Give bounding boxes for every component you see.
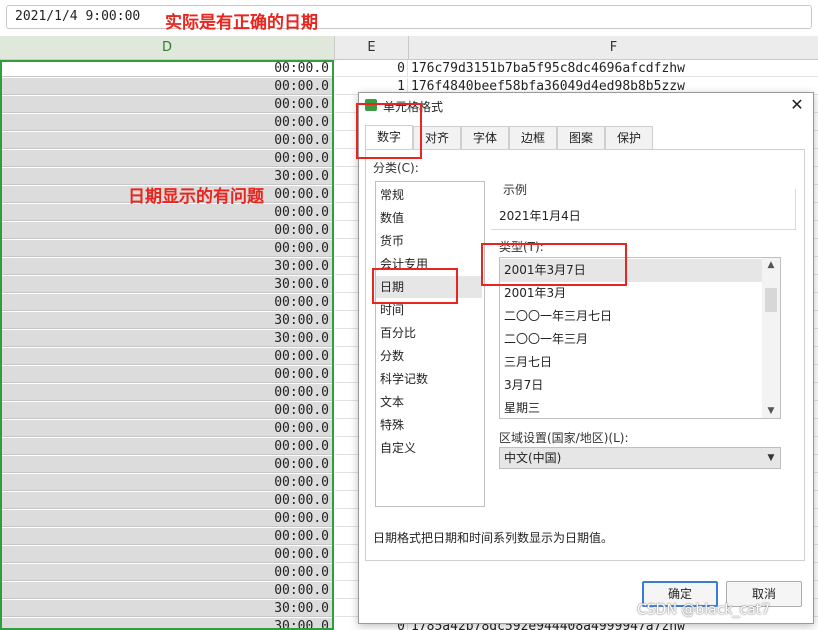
tab-alignment[interactable]: 对齐 — [413, 126, 461, 149]
format-description: 日期格式把日期和时间系列数显示为日期值。 — [373, 531, 614, 545]
tab-border[interactable]: 边框 — [509, 126, 557, 149]
category-list[interactable]: 常规 数值 货币 会计专用 日期 时间 百分比 分数 科学记数 文本 特殊 自定义 — [375, 181, 485, 507]
category-item[interactable]: 特殊 — [376, 414, 482, 436]
category-item[interactable]: 数值 — [376, 207, 482, 229]
category-item[interactable]: 常规 — [376, 184, 482, 206]
category-item[interactable]: 自定义 — [376, 437, 482, 459]
cell-d[interactable]: 30:00.0 — [0, 312, 334, 329]
locale-select[interactable]: 中文(中国) ▼ — [499, 447, 781, 469]
type-item[interactable]: 3月7日 — [500, 374, 762, 397]
table-row: 00:00.0 0 176c79d3151b7ba5f95c8dc4696afcdf… — [0, 60, 818, 78]
column-header-d[interactable]: D — [0, 36, 335, 59]
cell-d[interactable]: 30:00.0 — [0, 600, 334, 617]
cell-d[interactable]: 00:00.0 — [0, 438, 334, 455]
annotation-correct-date: 实际是有正确的日期 — [165, 13, 318, 33]
format-cells-dialog: 单元格格式 ✕ 数字 对齐 字体 边框 图案 保护 分类(C): 常规 数值 货币会… — [358, 92, 814, 624]
cell-d[interactable]: 00:00.0 — [0, 78, 334, 95]
category-item[interactable]: 百分比 — [376, 322, 482, 344]
watermark: CSDN @black_cat7 — [637, 602, 771, 618]
tab-pattern[interactable]: 图案 — [557, 126, 605, 149]
cell-d[interactable]: 00:00.0 — [0, 348, 334, 365]
category-item[interactable]: 文本 — [376, 391, 482, 413]
type-item[interactable]: 2001年3月 — [500, 282, 762, 305]
type-item[interactable]: 星期三 — [500, 397, 762, 420]
cell-e[interactable]: 0 — [335, 60, 408, 77]
cell-d[interactable]: 00:00.0 — [0, 492, 334, 509]
formula-input[interactable]: 2021/1/4 9:00:00 — [6, 5, 812, 29]
tab-number[interactable]: 数字 — [365, 125, 413, 150]
dropdown-arrow-icon[interactable]: ▼ — [764, 448, 778, 468]
annotation-date-problem: 日期显示的有问题 — [128, 187, 264, 207]
category-label: 分类(C): — [373, 161, 419, 175]
cell-d[interactable]: 00:00.0 — [0, 402, 334, 419]
cell-d[interactable]: 00:00.0 — [0, 582, 334, 599]
type-item[interactable]: 2001年3月7日 — [500, 259, 762, 282]
category-item[interactable]: 日期 — [376, 276, 482, 298]
locale-value: 中文(中国) — [504, 451, 562, 465]
dialog-title: 单元格格式 — [383, 100, 444, 114]
cell-d[interactable]: 00:00.0 — [0, 510, 334, 527]
cell-d[interactable]: 00:00.0 — [0, 294, 334, 311]
scroll-up-icon[interactable]: ▲ — [762, 258, 780, 272]
tab-font[interactable]: 字体 — [461, 126, 509, 149]
type-label: 类型(T): — [499, 240, 544, 254]
type-item[interactable]: 三月七日 — [500, 351, 762, 374]
column-header-e[interactable]: E — [335, 36, 409, 59]
cell-d[interactable]: 00:00.0 — [0, 96, 334, 113]
column-header-bar: D E F — [0, 36, 818, 60]
cell-d[interactable]: 30:00.0 — [0, 258, 334, 275]
category-item[interactable]: 货币 — [376, 230, 482, 252]
cell-d[interactable]: 00:00.0 — [0, 474, 334, 491]
type-item[interactable]: 二〇〇一年三月 — [500, 328, 762, 351]
type-list-scrollbar[interactable]: ▲ ▼ — [762, 258, 780, 418]
cell-d[interactable]: 00:00.0 — [0, 528, 334, 545]
cell-d[interactable]: 00:00.0 — [0, 456, 334, 473]
category-item[interactable]: 科学记数 — [376, 368, 482, 390]
cell-d[interactable]: 00:00.0 — [0, 222, 334, 239]
locale-label: 区域设置(国家/地区)(L): — [499, 431, 629, 445]
scroll-down-icon[interactable]: ▼ — [762, 404, 780, 418]
type-item[interactable]: 二〇〇一年三月七日 — [500, 305, 762, 328]
scroll-thumb[interactable] — [765, 288, 777, 312]
cell-d[interactable]: 00:00.0 — [0, 366, 334, 383]
cell-d[interactable]: 00:00.0 — [0, 114, 334, 131]
cell-d[interactable]: 30:00.0 — [0, 330, 334, 347]
formula-bar: 2021/1/4 9:00:00 — [0, 0, 818, 36]
cell-d[interactable]: 00:00.0 — [0, 132, 334, 149]
cell-d[interactable]: 00:00.0 — [0, 150, 334, 167]
column-header-f[interactable]: F — [409, 36, 818, 59]
cell-d[interactable]: 30:00.0 — [0, 276, 334, 293]
cell-d[interactable]: 00:00.0 — [0, 60, 334, 77]
cell-d[interactable]: 00:00.0 — [0, 240, 334, 257]
sample-label: 示例 — [501, 181, 530, 198]
dialog-titlebar[interactable]: 单元格格式 ✕ — [359, 93, 813, 119]
cell-d[interactable]: 00:00.0 — [0, 564, 334, 581]
category-item[interactable]: 时间 — [376, 299, 482, 321]
close-icon[interactable]: ✕ — [787, 95, 807, 115]
category-item[interactable]: 分数 — [376, 345, 482, 367]
cell-d[interactable]: 00:00.0 — [0, 546, 334, 563]
category-item[interactable]: 会计专用 — [376, 253, 482, 275]
cell-d[interactable]: 30:00.0 — [0, 618, 334, 630]
app-icon — [365, 99, 377, 111]
cell-d[interactable]: 00:00.0 — [0, 420, 334, 437]
type-list[interactable]: ▲ ▼ 2001年3月7日 2001年3月 二〇〇一年三月七日 二〇〇一年三月 三月七日… — [499, 257, 781, 419]
cell-f[interactable]: 176c79d3151b7ba5f95c8dc4696afcdfzhw — [409, 60, 818, 77]
cell-d[interactable]: 00:00.0 — [0, 384, 334, 401]
sample-value: 2021年1月4日 — [499, 209, 581, 223]
tab-protection[interactable]: 保护 — [605, 126, 653, 149]
